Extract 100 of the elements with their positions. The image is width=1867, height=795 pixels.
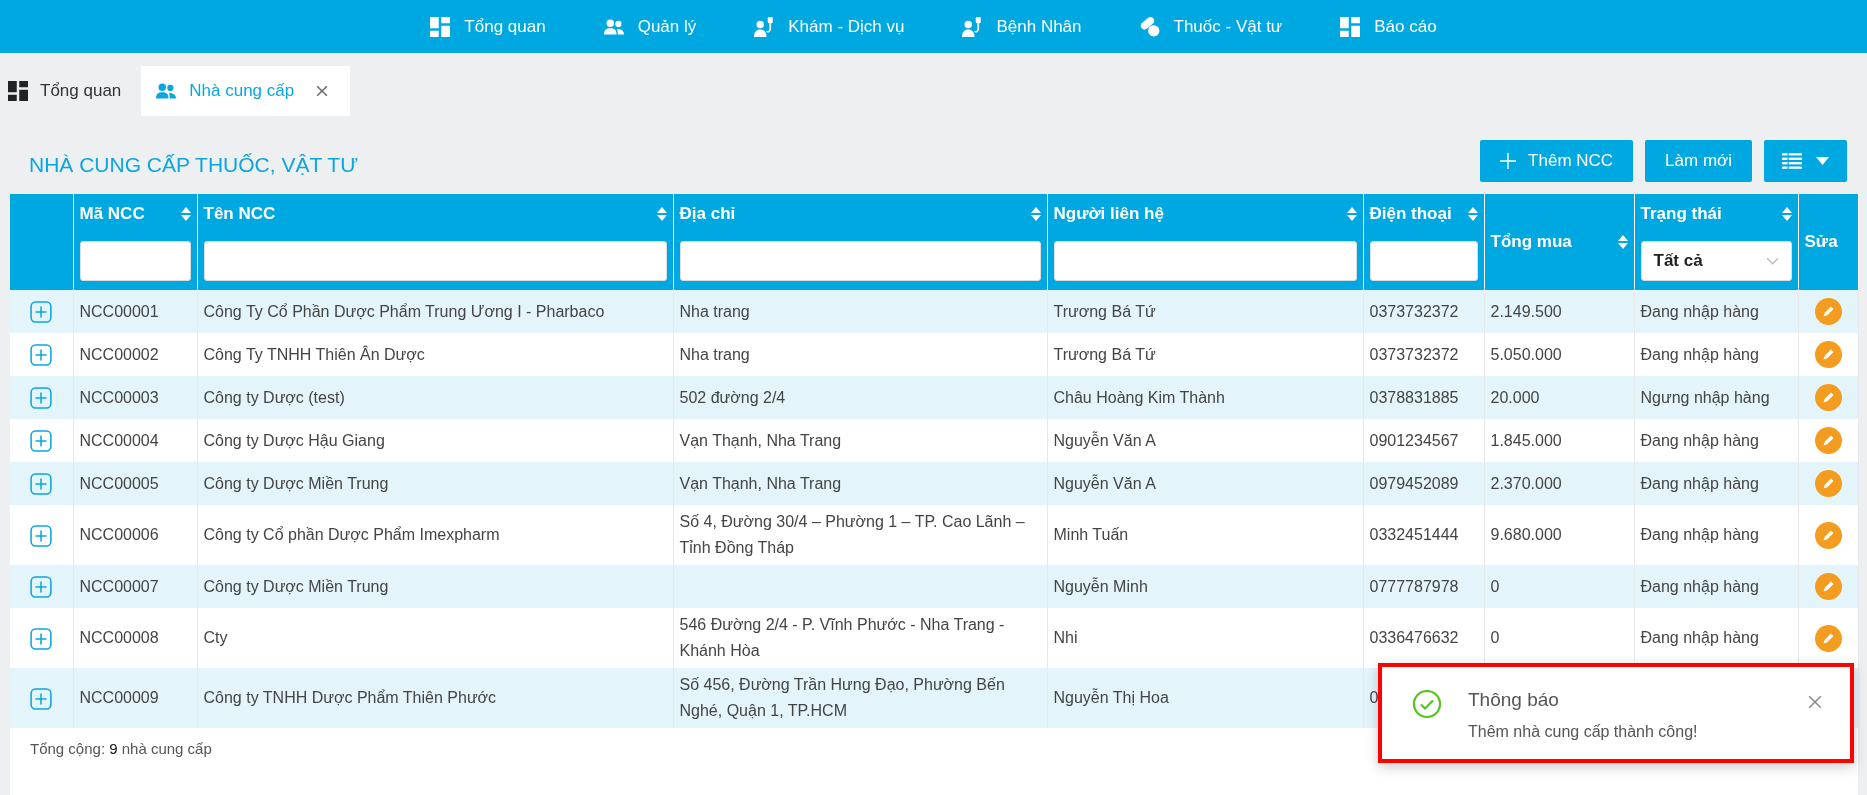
column-label: Tên NCC — [203, 204, 276, 224]
edit-button[interactable] — [1814, 624, 1842, 652]
table-cell: Công Ty TNHH Thiên Ân Dược — [203, 345, 425, 363]
table-cell: 0979452089 — [1369, 474, 1459, 492]
table-cell: Đang nhập hàng — [1640, 431, 1759, 449]
column-header[interactable]: Điện thoại — [1363, 194, 1484, 290]
edit-button[interactable] — [1814, 384, 1842, 412]
expand-icon[interactable] — [30, 301, 53, 324]
table-cell: Công ty TNHH Dược Phẩm Thiên Phước — [203, 689, 497, 706]
column-label: Mã NCC — [79, 204, 145, 224]
edit-button[interactable] — [1814, 521, 1842, 549]
sort-icon[interactable] — [1346, 207, 1357, 221]
sort-icon[interactable] — [1030, 207, 1041, 221]
table-cell: 0 — [1490, 629, 1500, 646]
nav-menu-item[interactable]: Báo cáo — [1311, 16, 1466, 37]
column-label: Điện thoại — [1369, 204, 1452, 224]
expand-icon[interactable] — [30, 687, 53, 710]
nav-menu-item[interactable]: Tổng quan — [401, 16, 575, 37]
table-cell: Ngưng nhập hàng — [1640, 388, 1770, 406]
expand-icon[interactable] — [30, 576, 53, 599]
sort-icon[interactable] — [180, 207, 191, 221]
table-cell: 0 — [1369, 689, 1379, 706]
table-cell: Cty — [203, 629, 228, 646]
sort-icon[interactable] — [1617, 235, 1628, 249]
columns-menu-button[interactable] — [1764, 140, 1847, 182]
table-cell: Nguyễn Minh — [1053, 577, 1148, 595]
table-cell: Công ty Dược Miền Trung — [203, 474, 389, 492]
filter-field[interactable] — [1369, 241, 1478, 281]
edit-button[interactable] — [1814, 573, 1842, 601]
table-cell: Trương Bá Tứ — [1053, 345, 1156, 363]
total-count-text: Tổng cộng: 9 nhà cung cấp — [30, 740, 212, 757]
table-cell: Công Ty Cổ Phần Dược Phẩm Trung Ương I - Pharbaco — [203, 302, 605, 320]
table-cell: Vạn Thạnh, Nha Trang — [679, 474, 842, 492]
column-header[interactable]: Mã NCC — [73, 194, 197, 290]
add-button[interactable]: Thêm NCC — [1480, 140, 1634, 182]
table-cell: 0336476632 — [1369, 629, 1459, 646]
table-cell: 0777787978 — [1369, 577, 1459, 595]
filter-field[interactable] — [203, 241, 667, 281]
table-cell: 0332451444 — [1369, 526, 1459, 543]
edit-button[interactable] — [1814, 298, 1842, 326]
table-cell: Minh Tuấn — [1053, 526, 1129, 543]
close-icon[interactable] — [1808, 695, 1822, 709]
filter-field[interactable] — [79, 241, 191, 281]
filter-field[interactable] — [1053, 241, 1357, 281]
table-cell: 0901234567 — [1369, 431, 1459, 449]
edit-button[interactable] — [1814, 470, 1842, 498]
table-cell: Công ty Dược (test) — [203, 388, 345, 406]
table-cell: NCC00005 — [79, 474, 159, 492]
edit-button[interactable] — [1814, 427, 1842, 455]
status-dropdown[interactable]: Tất cả — [1640, 241, 1792, 281]
dashboard-icon — [8, 81, 28, 101]
table-cell: 0378831885 — [1369, 388, 1459, 406]
sort-icon[interactable] — [1467, 207, 1478, 221]
column-header[interactable]: Trạng thái Tất cả — [1634, 194, 1798, 290]
column-header[interactable]: Tên NCC — [197, 194, 673, 290]
edit-button[interactable] — [1814, 341, 1842, 369]
filter-field[interactable] — [679, 241, 1041, 281]
column-header[interactable]: Người liên hệ — [1047, 194, 1363, 290]
table-cell: 0373732372 — [1369, 345, 1459, 363]
table-cell: NCC00008 — [79, 629, 159, 646]
doctor-icon — [962, 16, 983, 37]
table-cell: Châu Hoàng Kim Thành — [1053, 388, 1225, 406]
expand-icon[interactable] — [30, 627, 53, 650]
sort-icon[interactable] — [656, 207, 667, 221]
table-cell: Công ty Dược Miền Trung — [203, 577, 389, 595]
table-cell: Vạn Thạnh, Nha Trang — [679, 431, 842, 449]
table-cell: Đang nhập hàng — [1640, 345, 1759, 363]
table-cell: 0 — [1490, 577, 1500, 595]
nav-menu-item[interactable]: Bệnh Nhân — [933, 16, 1111, 37]
column-label: Sửa — [1804, 232, 1838, 252]
table-cell: Trương Bá Tứ — [1053, 302, 1156, 320]
column-label: Người liên hệ — [1053, 204, 1164, 224]
sort-icon[interactable] — [1781, 207, 1792, 221]
notification-title: Thông báo — [1468, 689, 1560, 711]
column-label: Địa chỉ — [679, 204, 736, 224]
table-cell: Số 456, Đường Trần Hưng Đạo, Phường Bến Nghé, Quận 1, TP.HCM — [679, 676, 1005, 719]
table-cell: Đang nhập hàng — [1640, 474, 1759, 492]
refresh-button[interactable]: Làm mới — [1645, 140, 1752, 182]
table-cell: NCC00006 — [79, 526, 159, 543]
table-cell: NCC00009 — [79, 689, 159, 706]
chevron-down-icon — [1765, 257, 1779, 265]
table-cell: Nha trang — [679, 302, 750, 320]
table-cell: NCC00001 — [79, 302, 159, 320]
close-icon[interactable] — [316, 85, 329, 97]
tab[interactable]: Nhà cung cấp — [141, 66, 351, 116]
nav-menu-item[interactable]: Quản lý — [574, 16, 726, 37]
table-cell: Đang nhập hàng — [1640, 302, 1759, 320]
nav-menu-item[interactable]: Khám - Dịch vụ — [725, 16, 934, 37]
column-header[interactable]: Địa chỉ — [673, 194, 1047, 290]
expand-icon[interactable] — [30, 430, 53, 453]
column-label: Tổng mua — [1490, 232, 1572, 252]
expand-icon[interactable] — [30, 344, 53, 367]
table-cell: NCC00003 — [79, 388, 159, 406]
nav-menu-item[interactable]: Thuốc - Vật tư — [1110, 16, 1312, 37]
table-cell: Nguyễn Văn A — [1053, 474, 1156, 492]
column-label: Trạng thái — [1640, 204, 1722, 224]
expand-icon[interactable] — [30, 473, 53, 496]
table-cell: Số 4, Đường 30/4 – Phường 1 – TP. Cao Lãnh – Tỉnh Đồng Tháp — [679, 513, 1025, 556]
expand-icon[interactable] — [30, 524, 53, 547]
expand-icon[interactable] — [30, 387, 53, 410]
